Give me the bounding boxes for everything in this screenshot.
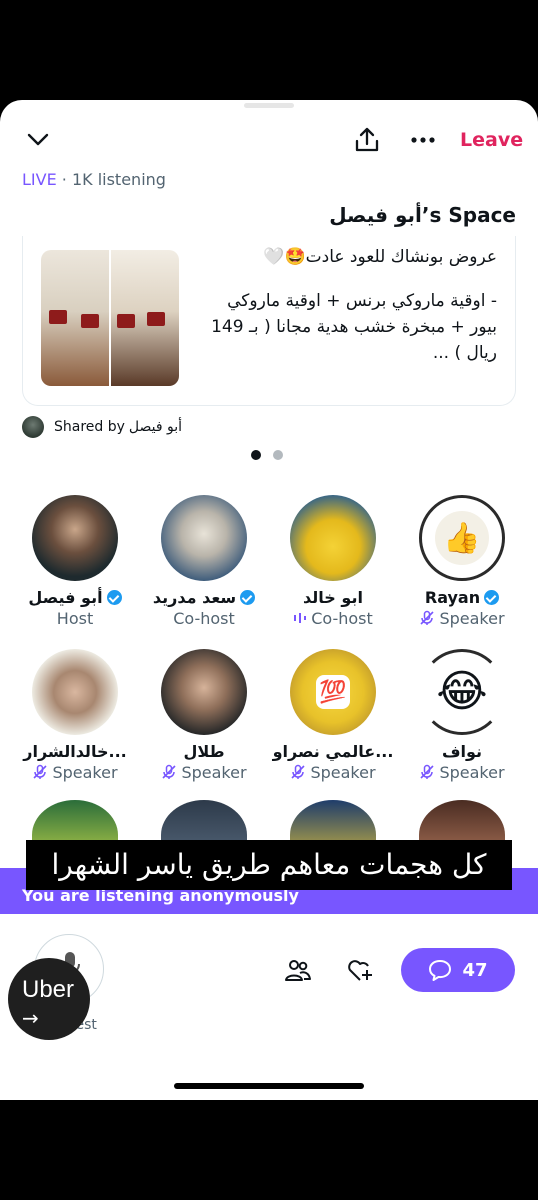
reaction-emoji: 👍 <box>435 511 489 565</box>
listening-count: · 1K listening <box>56 170 166 189</box>
people-icon[interactable] <box>284 956 312 984</box>
comments-count: 47 <box>462 959 488 981</box>
avatar: 💯 <box>290 649 376 735</box>
participant-cohost[interactable]: ابو خالد Co-host <box>273 495 393 628</box>
participant-role: Co-host <box>311 608 373 628</box>
avatar <box>161 495 247 581</box>
mic-off-icon <box>420 764 435 779</box>
avatar: 👍 <box>419 495 505 581</box>
participant-role: Speaker <box>310 762 376 782</box>
avatar <box>32 649 118 735</box>
participant-cohost[interactable]: سعد مدريد Co-host <box>144 495 264 628</box>
participant-name: خالدالشرار... <box>23 741 127 761</box>
mic-off-icon <box>291 764 306 779</box>
participant-name: ابو خالد <box>303 587 363 607</box>
participant-name: طلال <box>183 741 225 761</box>
participant-name: نواف <box>441 741 483 761</box>
sheet-grabber[interactable] <box>244 103 294 108</box>
video-subtitle: كل هجمات معاهم طريق ياسر الشهرا <box>26 840 512 890</box>
home-indicator[interactable] <box>174 1083 364 1089</box>
mic-off-icon <box>33 764 48 779</box>
participant-role: Speaker <box>439 762 505 782</box>
verified-icon <box>484 589 500 605</box>
post-line-2: - اوقية ماروكي برنس + اوقية ماروكي بيور … <box>211 291 497 363</box>
carousel-dot-active[interactable] <box>251 450 261 460</box>
heart-plus-icon[interactable] <box>346 956 374 984</box>
participant-speaker[interactable]: 😂 نواف Speaker <box>402 649 522 782</box>
participant-name: عالمي نصراو... <box>272 741 394 761</box>
top-bar: Leave <box>0 120 538 160</box>
participant-role: Host <box>56 608 94 628</box>
post-line-1: عروض بونشاك للعود عادت🤩🤍 <box>263 247 497 267</box>
mic-off-icon <box>420 610 435 625</box>
participant-role: Speaker <box>439 608 505 628</box>
leave-button[interactable]: Leave <box>460 129 523 151</box>
avatar <box>32 495 118 581</box>
sharer-avatar <box>22 416 44 438</box>
carousel-dots <box>251 450 283 460</box>
avatar <box>161 649 247 735</box>
space-title: أبو فيصل’s Space <box>329 203 516 227</box>
comment-icon <box>429 960 452 981</box>
comments-button[interactable]: 47 <box>401 948 515 992</box>
participant-speaker[interactable]: طلال Speaker <box>144 649 264 782</box>
arrow-right-icon: → <box>22 1006 39 1030</box>
avatar <box>290 495 376 581</box>
participant-role: Co-host <box>173 608 235 628</box>
participant-role: Speaker <box>181 762 247 782</box>
carousel-dot[interactable] <box>273 450 283 460</box>
participant-speaker[interactable]: 👍 Rayan Speaker <box>402 495 522 628</box>
sharer-name: أبو فيصل <box>128 419 183 435</box>
reaction-emoji: 😂 <box>436 666 488 717</box>
participant-name: سعد مدريد <box>152 587 237 607</box>
participant-speaker[interactable]: خالدالشرار... Speaker <box>15 649 135 782</box>
live-status: LIVE · 1K listening <box>22 170 166 189</box>
verified-icon <box>106 589 122 605</box>
post-image <box>41 250 179 386</box>
share-icon[interactable] <box>353 126 381 154</box>
live-label: LIVE <box>22 170 57 189</box>
chevron-down-icon[interactable] <box>26 128 50 152</box>
more-options-icon[interactable] <box>410 128 436 152</box>
participant-name: أبو فيصل <box>28 587 103 607</box>
reaction-emoji: 💯 <box>316 675 350 709</box>
speaking-indicator-icon <box>294 613 307 623</box>
space-sheet: Leave LIVE · 1K listening أبو فيصل’s Spa… <box>0 100 538 1100</box>
shared-by-label: Shared by <box>54 419 125 435</box>
pinned-post-card[interactable]: عروض بونشاك للعود عادت🤩🤍 - اوقية ماروكي … <box>22 236 516 406</box>
uber-label: Uber <box>22 976 75 1003</box>
shared-by[interactable]: Shared by أبو فيصل <box>22 416 182 438</box>
mic-off-icon <box>162 764 177 779</box>
participant-host[interactable]: أبو فيصل Host <box>15 495 135 628</box>
verified-icon <box>240 589 256 605</box>
participant-name: Rayan <box>424 587 481 607</box>
avatar: 😂 <box>419 649 505 735</box>
participant-speaker[interactable]: 💯 عالمي نصراو... Speaker <box>273 649 393 782</box>
post-text: عروض بونشاك للعود عادت🤩🤍 - اوقية ماروكي … <box>197 244 497 366</box>
participant-role: Speaker <box>52 762 118 782</box>
uber-overlay-logo: Uber → <box>8 958 90 1040</box>
